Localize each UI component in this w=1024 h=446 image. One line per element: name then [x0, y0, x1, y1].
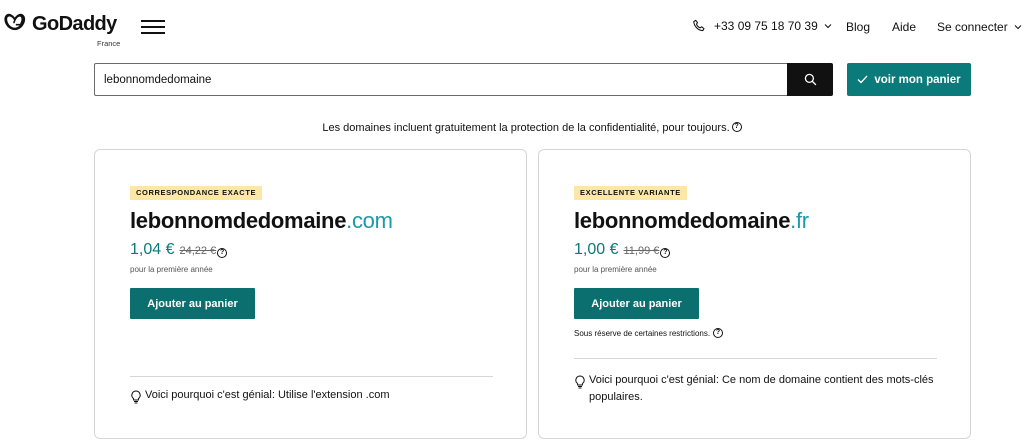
domain-search-input[interactable]: lebonnomdedomaine — [94, 63, 788, 96]
top-header: GoDaddy France +33 09 75 18 70 39 Blog A… — [0, 0, 1024, 56]
region-label: France — [97, 39, 121, 48]
phone-number: +33 09 75 18 70 39 — [714, 19, 818, 33]
match-badge: EXCELLENTE VARIANTE — [574, 186, 687, 200]
info-icon[interactable]: ? — [217, 248, 228, 258]
why-great-text: Voici pourquoi c'est génial: Ce nom de d… — [589, 374, 934, 403]
domain-result-card: CORRESPONDANCE EXACTE lebonnomdedomaine.… — [94, 149, 527, 439]
price-row: 1,00 € 11,99 € ? — [574, 241, 671, 259]
info-icon[interactable]: ? — [713, 328, 724, 338]
domain-label: lebonnomdedomaine — [130, 208, 347, 233]
sign-in-label: Se connecter — [937, 20, 1008, 34]
price-row: 1,04 € 24,22 € ? — [130, 241, 228, 259]
check-icon — [857, 75, 868, 84]
lightbulb-icon — [131, 390, 141, 404]
sign-in-menu[interactable]: Se connecter — [937, 20, 1022, 34]
info-icon[interactable]: ? — [660, 248, 671, 258]
nav-help-link[interactable]: Aide — [892, 20, 916, 34]
chevron-down-icon — [824, 24, 832, 29]
original-price: 11,99 € — [623, 245, 660, 257]
divider — [130, 376, 493, 377]
restriction-note: Sous réserve de certaines restrictions. … — [574, 328, 724, 338]
search-button[interactable] — [787, 63, 833, 96]
menu-icon[interactable] — [141, 18, 167, 36]
search-value: lebonnomdedomaine — [104, 73, 212, 86]
domain-name: lebonnomdedomaine.fr — [574, 208, 809, 234]
domain-name: lebonnomdedomaine.com — [130, 208, 393, 234]
why-great-note: Voici pourquoi c'est génial: Utilise l'e… — [130, 387, 500, 404]
nav-blog-link[interactable]: Blog — [846, 20, 870, 34]
domain-result-card: EXCELLENTE VARIANTE lebonnomdedomaine.fr… — [538, 149, 971, 439]
brand-name: GoDaddy — [32, 13, 117, 35]
restriction-text: Sous réserve de certaines restrictions. — [574, 328, 711, 338]
price-period: pour la première année — [130, 265, 213, 274]
divider — [574, 358, 937, 359]
domain-tld: .fr — [790, 208, 809, 233]
domain-tld: .com — [346, 208, 393, 233]
match-badge: CORRESPONDANCE EXACTE — [130, 186, 263, 200]
info-icon[interactable]: ? — [731, 122, 742, 132]
phone-menu[interactable]: +33 09 75 18 70 39 — [692, 19, 840, 33]
lightbulb-icon — [575, 375, 585, 389]
privacy-note: Les domaines incluent gratuitement la pr… — [0, 122, 1024, 134]
godaddy-logo-icon — [4, 13, 26, 31]
view-cart-button[interactable]: voir mon panier — [847, 63, 971, 96]
price-period: pour la première année — [574, 265, 657, 274]
chevron-down-icon — [1014, 25, 1022, 30]
original-price: 24,22 € — [179, 245, 217, 257]
domain-label: lebonnomdedomaine — [574, 208, 791, 233]
why-great-note: Voici pourquoi c'est génial: Ce nom de d… — [574, 372, 939, 406]
privacy-text: Les domaines incluent gratuitement la pr… — [322, 122, 730, 134]
current-price: 1,04 € — [130, 241, 175, 258]
search-icon — [804, 73, 816, 86]
add-to-cart-button[interactable]: Ajouter au panier — [574, 288, 699, 319]
why-great-text: Voici pourquoi c'est génial: Utilise l'e… — [145, 389, 390, 401]
phone-icon — [693, 19, 705, 32]
godaddy-logo[interactable]: GoDaddy — [3, 11, 117, 38]
view-cart-label: voir mon panier — [874, 73, 961, 86]
add-to-cart-button[interactable]: Ajouter au panier — [130, 288, 255, 319]
current-price: 1,00 € — [574, 241, 619, 258]
